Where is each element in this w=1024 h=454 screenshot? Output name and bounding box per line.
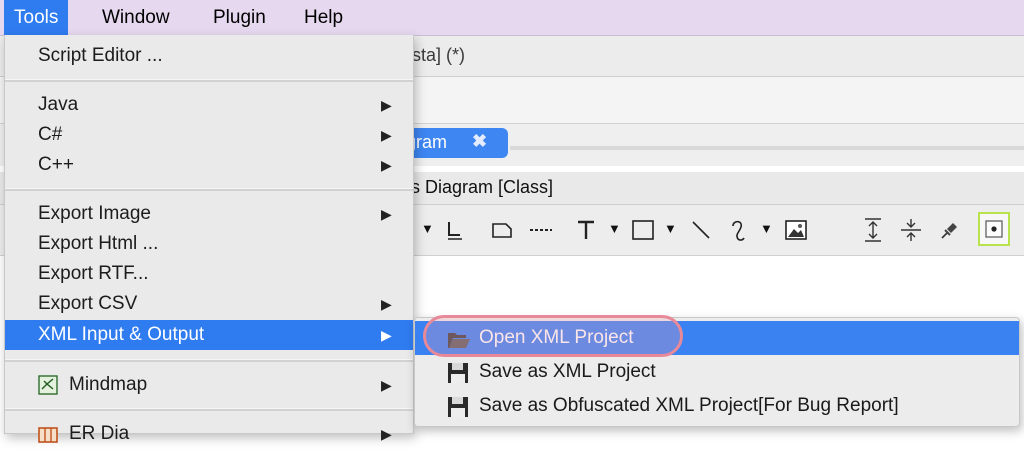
menubar: Tools Window Plugin Help bbox=[0, 0, 1024, 36]
submenu-item-save-as-xml-project[interactable]: Save as XML Project bbox=[415, 355, 1019, 389]
submenu-arrow-icon: ▶ bbox=[381, 97, 392, 113]
menu-item-er-diagram[interactable]: ER Dia ▶ bbox=[5, 419, 413, 449]
menu-help[interactable]: Help bbox=[294, 0, 353, 35]
dashed-line-icon[interactable] bbox=[528, 213, 554, 247]
text-tool-icon[interactable] bbox=[575, 213, 597, 247]
submenu-arrow-icon: ▶ bbox=[381, 206, 392, 222]
menu-plugin[interactable]: Plugin bbox=[203, 0, 276, 35]
close-tab-icon[interactable]: ✖ bbox=[472, 131, 487, 152]
menu-item-label: Java bbox=[38, 94, 79, 115]
rectangle-icon[interactable] bbox=[630, 213, 656, 247]
submenu-arrow-icon: ▶ bbox=[381, 296, 392, 312]
xml-submenu: Open XML Project Save as XML Project Sav… bbox=[414, 317, 1020, 427]
mindmap-icon bbox=[38, 375, 58, 395]
submenu-arrow-icon: ▶ bbox=[381, 157, 392, 173]
line-tool-icon[interactable] bbox=[689, 213, 713, 247]
submenu-arrow-icon: ▶ bbox=[381, 426, 392, 442]
connector-l-icon[interactable] bbox=[444, 213, 466, 247]
submenu-item-save-as-obfuscated-xml-project[interactable]: Save as Obfuscated XML Project[For Bug R… bbox=[415, 389, 1019, 423]
menu-item-export-csv[interactable]: Export CSV ▶ bbox=[5, 289, 413, 319]
tab-class-diagram[interactable]: gram ✖ bbox=[400, 128, 508, 158]
note-icon[interactable] bbox=[490, 213, 514, 247]
submenu-arrow-icon: ▶ bbox=[381, 377, 392, 393]
menu-item-label: ER Dia bbox=[69, 423, 130, 444]
menu-tools[interactable]: Tools bbox=[4, 0, 69, 35]
menu-item-export-rtf[interactable]: Export RTF... bbox=[5, 259, 413, 289]
menu-item-label: Script Editor ... bbox=[38, 45, 163, 66]
er-diagram-icon bbox=[38, 424, 58, 444]
dropdown-arrow-icon[interactable]: ▼ bbox=[608, 221, 621, 236]
submenu-item-open-xml-project[interactable]: Open XML Project bbox=[415, 321, 1019, 355]
compress-vertical-icon[interactable] bbox=[898, 213, 924, 247]
floppy-disk-icon bbox=[447, 396, 471, 418]
menu-window[interactable]: Window bbox=[92, 0, 180, 35]
menu-item-label: Export Html ... bbox=[38, 233, 159, 254]
tools-dropdown-menu: Script Editor ... Java ▶ C# ▶ C++ ▶ Expo… bbox=[4, 35, 414, 444]
menu-item-label: Export RTF... bbox=[38, 263, 149, 284]
submenu-item-label: Open XML Project bbox=[479, 327, 634, 348]
menu-item-cpp[interactable]: C++ ▶ bbox=[5, 150, 413, 180]
dropdown-arrow-icon[interactable]: ▼ bbox=[760, 221, 773, 236]
submenu-arrow-icon: ▶ bbox=[381, 327, 392, 343]
menu-item-export-image[interactable]: Export Image ▶ bbox=[5, 199, 413, 229]
folder-open-icon bbox=[447, 328, 471, 350]
menu-item-label: C++ bbox=[38, 154, 74, 175]
tab-strip-divider bbox=[510, 146, 1024, 150]
menu-item-label: Export CSV bbox=[38, 293, 138, 314]
menu-item-label: C# bbox=[38, 124, 63, 145]
menu-separator bbox=[5, 408, 413, 411]
menu-separator bbox=[5, 359, 413, 362]
pointer-mode-icon[interactable] bbox=[982, 215, 1006, 243]
dropdown-arrow-icon[interactable]: ▼ bbox=[421, 221, 434, 236]
image-tool-icon[interactable] bbox=[783, 213, 809, 247]
curve-tool-icon[interactable] bbox=[728, 213, 750, 247]
menu-item-export-html[interactable]: Export Html ... bbox=[5, 229, 413, 259]
dropdown-arrow-icon[interactable]: ▼ bbox=[664, 221, 677, 236]
menu-item-label: XML Input & Output bbox=[38, 324, 205, 345]
floppy-disk-icon bbox=[447, 362, 471, 384]
submenu-arrow-icon: ▶ bbox=[381, 127, 392, 143]
submenu-item-label: Save as Obfuscated XML Project[For Bug R… bbox=[479, 395, 899, 416]
menu-item-label: Export Image bbox=[38, 203, 151, 224]
menu-separator bbox=[5, 188, 413, 191]
menu-item-label: Mindmap bbox=[69, 374, 148, 395]
diagram-panel-title: ss Diagram [Class] bbox=[402, 177, 554, 197]
expand-vertical-icon[interactable] bbox=[861, 213, 885, 247]
submenu-item-label: Save as XML Project bbox=[479, 361, 656, 382]
menu-item-csharp[interactable]: C# ▶ bbox=[5, 120, 413, 150]
pin-icon[interactable] bbox=[938, 213, 962, 247]
menu-item-java[interactable]: Java ▶ bbox=[5, 90, 413, 120]
menu-separator bbox=[5, 79, 413, 82]
menu-item-script-editor[interactable]: Script Editor ... bbox=[5, 41, 413, 71]
menu-item-xml-input-output[interactable]: XML Input & Output ▶ bbox=[5, 320, 413, 350]
menu-item-mindmap[interactable]: Mindmap ▶ bbox=[5, 370, 413, 400]
